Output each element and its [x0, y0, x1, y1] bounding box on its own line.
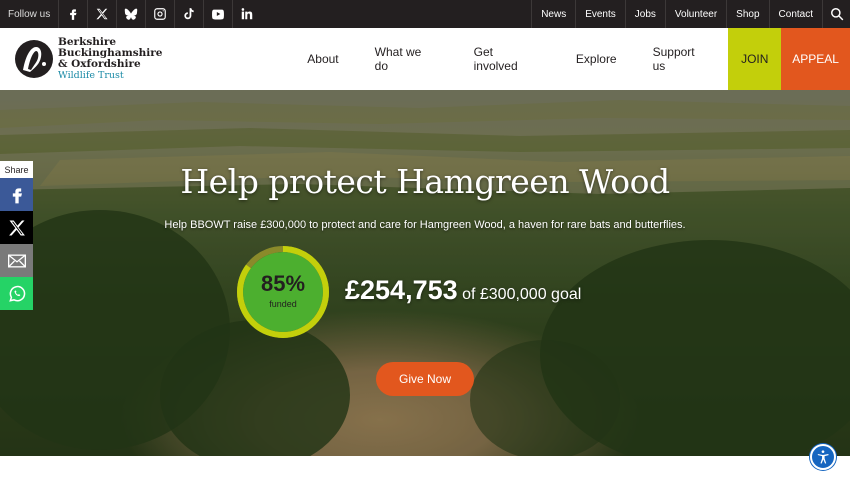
- raised-amount: £254,753: [345, 275, 458, 305]
- hero-overlay: [0, 90, 850, 456]
- main-header: Berkshire Buckinghamshire & Oxfordshire …: [0, 28, 850, 90]
- nav-get-involved[interactable]: Get involved: [456, 45, 558, 73]
- site-logo[interactable]: Berkshire Buckinghamshire & Oxfordshire …: [0, 28, 289, 90]
- search-icon[interactable]: [822, 0, 850, 28]
- linkedin-icon[interactable]: [232, 0, 261, 28]
- bluesky-icon[interactable]: [116, 0, 145, 28]
- utility-nav: News Events Jobs Volunteer Shop Contact: [531, 0, 850, 28]
- logo-line-3: & Oxfordshire: [58, 58, 141, 70]
- nav-shop[interactable]: Shop: [726, 0, 768, 28]
- give-now-button[interactable]: Give Now: [376, 362, 474, 396]
- main-nav: About What we do Get involved Explore Su…: [289, 28, 728, 90]
- instagram-icon[interactable]: [145, 0, 174, 28]
- logo-line-4: Wildlife Trust: [58, 70, 124, 81]
- facebook-icon: [12, 187, 22, 203]
- accessibility-button[interactable]: [810, 444, 836, 470]
- nav-about[interactable]: About: [289, 52, 356, 66]
- top-utility-bar: Follow us News Events Jobs Volunteer Sho…: [0, 0, 850, 28]
- email-icon: [7, 254, 26, 267]
- badger-logo-icon: [15, 40, 53, 78]
- funding-progress-ring: 85% funded: [236, 245, 330, 339]
- nav-contact[interactable]: Contact: [768, 0, 822, 28]
- hero-banner: Help protect Hamgreen Wood Help BBOWT ra…: [0, 90, 850, 456]
- amount-raised: £254,753 of £300,000 goal: [345, 275, 581, 306]
- share-x-button[interactable]: [0, 211, 33, 244]
- social-links: [58, 0, 261, 28]
- hero-subtitle: Help BBOWT raise £300,000 to protect and…: [164, 219, 686, 231]
- nav-explore[interactable]: Explore: [558, 52, 635, 66]
- whatsapp-icon: [8, 285, 25, 302]
- join-button[interactable]: JOIN: [728, 28, 782, 90]
- funded-percent: 85%: [260, 271, 306, 296]
- youtube-icon[interactable]: [203, 0, 232, 28]
- share-bar: Share: [0, 161, 33, 310]
- tiktok-icon[interactable]: [174, 0, 203, 28]
- follow-us-label: Follow us: [8, 8, 51, 20]
- nav-news[interactable]: News: [531, 0, 575, 28]
- funded-label: funded: [269, 299, 297, 309]
- goal-text: of £300,000 goal: [462, 286, 582, 303]
- nav-volunteer[interactable]: Volunteer: [664, 0, 726, 28]
- accessibility-icon: [817, 450, 829, 464]
- logo-text: Berkshire Buckinghamshire & Oxfordshire …: [58, 37, 162, 82]
- share-email-button[interactable]: [0, 244, 33, 277]
- nav-what-we-do[interactable]: What we do: [357, 45, 456, 73]
- nav-events[interactable]: Events: [575, 0, 625, 28]
- hero-title: Help protect Hamgreen Wood: [180, 162, 670, 201]
- page-content-start: [0, 456, 850, 478]
- facebook-icon[interactable]: [58, 0, 87, 28]
- nav-jobs[interactable]: Jobs: [624, 0, 665, 28]
- appeal-button[interactable]: APPEAL: [781, 28, 850, 90]
- share-whatsapp-button[interactable]: [0, 277, 33, 310]
- x-icon: [8, 220, 25, 235]
- share-facebook-button[interactable]: [0, 178, 33, 211]
- share-label: Share: [0, 161, 33, 178]
- nav-support-us[interactable]: Support us: [635, 45, 729, 73]
- x-icon[interactable]: [87, 0, 116, 28]
